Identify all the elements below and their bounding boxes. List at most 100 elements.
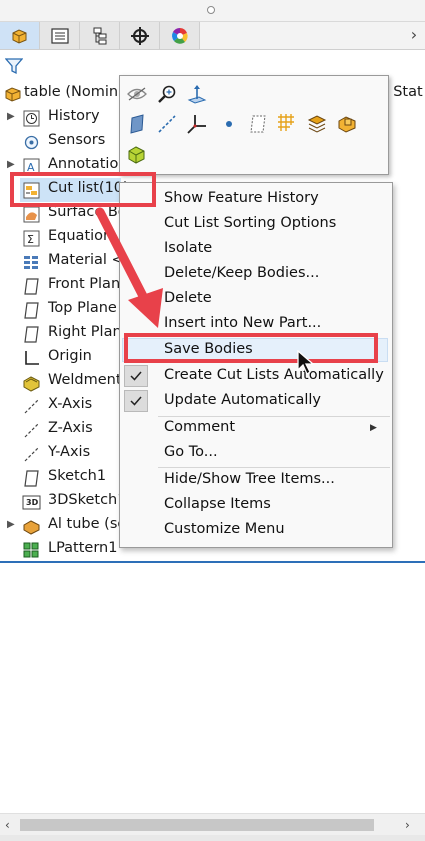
sketch-icon (24, 470, 39, 487)
hide-button[interactable] (125, 82, 149, 106)
menu-item-delete-keep-bodies[interactable]: Delete/Keep Bodies... (164, 265, 319, 281)
normal-to-button[interactable] (185, 82, 209, 106)
history-icon (23, 110, 40, 127)
checkbox-create-cut-lists[interactable] (124, 365, 148, 387)
plane-icon (24, 278, 39, 295)
coordinate-system-button[interactable] (185, 112, 209, 136)
mouse-cursor-icon (297, 350, 315, 375)
axis-icon (24, 399, 39, 414)
menu-item-update-automatically[interactable]: Update Automatically (164, 392, 321, 408)
tree-item-label: Origin (48, 348, 92, 364)
menu-separator (158, 416, 390, 417)
menu-item-isolate[interactable]: Isolate (164, 240, 212, 256)
checkmark-icon (130, 396, 142, 406)
tree-item-label: Al tube (sq (48, 516, 127, 532)
zoom-to-selection-button[interactable] (155, 82, 179, 106)
menu-item-insert-into-new-part[interactable]: Insert into New Part... (164, 315, 321, 331)
tab-configuration-manager[interactable] (80, 22, 120, 49)
menu-item-comment[interactable]: Comment (164, 419, 235, 435)
structural-member-icon (23, 520, 40, 535)
axis-button[interactable] (155, 112, 179, 136)
axis-icon (24, 423, 39, 438)
solid-body-button[interactable] (335, 112, 359, 136)
scrollbar-thumb[interactable] (20, 819, 374, 831)
component-button[interactable] (125, 142, 149, 166)
scroll-left-icon[interactable]: ‹ (5, 818, 10, 832)
tab-feature-manager[interactable] (0, 22, 40, 49)
component-icon (128, 146, 145, 164)
svg-text:Σ: Σ (27, 233, 34, 246)
filter-icon[interactable] (5, 57, 23, 75)
tree-item-label: History (48, 108, 100, 124)
property-manager-icon (50, 27, 69, 44)
tree-item-label: Y-Axis (48, 444, 91, 460)
collapse-handle-icon[interactable] (207, 6, 215, 14)
solid-body-icon (338, 116, 356, 133)
origin-icon (25, 351, 39, 365)
tabs-scroll-right-icon[interactable]: › (407, 26, 421, 44)
tree-item-label: Equation (48, 228, 113, 244)
menu-item-go-to[interactable]: Go To... (164, 444, 218, 460)
3d-sketch-badge: 3D (26, 498, 39, 507)
menu-item-show-feature-history[interactable]: Show Feature History (164, 190, 319, 206)
tree-item-label: 3DSketch1 (48, 492, 127, 508)
checkmark-icon (130, 371, 142, 381)
expand-arrow-icon[interactable]: ▶ (7, 519, 15, 530)
tab-display-manager[interactable] (160, 22, 200, 49)
tree-item-label: Top Plane (48, 300, 117, 316)
panel-top-strip (0, 0, 425, 22)
bottom-strip (0, 835, 425, 841)
tree-item-label: Sketch1 (48, 468, 107, 484)
expand-arrow-icon[interactable]: ▶ (7, 111, 15, 122)
point-icon (226, 121, 232, 127)
checkbox-update-automatically[interactable] (124, 390, 148, 412)
3d-sketch-button[interactable] (275, 112, 299, 136)
tree-item-label: Weldment (48, 372, 122, 388)
scroll-right-icon[interactable]: › (405, 818, 410, 832)
tree-item-label: Front Plane (48, 276, 130, 292)
sketch-button[interactable] (246, 112, 270, 136)
menu-item-collapse-items[interactable]: Collapse Items (164, 496, 271, 512)
menu-item-hide-show-tree[interactable]: Hide/Show Tree Items... (164, 471, 335, 487)
point-button[interactable] (217, 112, 241, 136)
weldment-icon (23, 376, 40, 392)
tree-bottom-border (0, 561, 425, 563)
3d-sketch-tool-icon (278, 114, 294, 131)
tab-dimxpert-manager[interactable] (120, 22, 160, 49)
magnifier-icon (158, 85, 176, 103)
context-toolbar (119, 75, 389, 175)
surface-body-icon (23, 206, 40, 223)
axis-tool-icon (158, 115, 176, 133)
color-wheel-icon (171, 27, 188, 44)
sensor-icon (24, 135, 39, 150)
normal-to-icon (187, 85, 207, 104)
axis-icon (24, 447, 39, 462)
material-icon (24, 256, 38, 269)
eye-hidden-icon (127, 87, 147, 101)
plane-button[interactable] (125, 112, 149, 136)
tab-property-manager[interactable] (40, 22, 80, 49)
tree-item-label: X-Axis (48, 396, 93, 412)
tree-item-label: Material < (48, 252, 124, 268)
equation-icon: Σ (23, 230, 40, 247)
menu-item-delete[interactable]: Delete (164, 290, 212, 306)
surface-button[interactable] (305, 112, 329, 136)
submenu-arrow-icon: ▶ (370, 423, 377, 433)
plane-icon (24, 302, 39, 319)
tree-item-label: Annotation (48, 156, 128, 172)
plane-tool-icon (130, 114, 144, 134)
menu-item-customize-menu[interactable]: Customize Menu (164, 521, 285, 537)
surface-tool-icon (307, 115, 327, 133)
tree-item-label: Sensors (48, 132, 106, 148)
menu-item-cut-list-sorting[interactable]: Cut List Sorting Options (164, 215, 336, 231)
menu-separator (158, 467, 390, 468)
configuration-manager-icon (93, 27, 106, 44)
part-name-label: table (Nomin (24, 84, 119, 100)
expand-arrow-icon[interactable]: ▶ (7, 159, 15, 170)
horizontal-scrollbar[interactable]: ‹ › (0, 813, 425, 835)
highlight-box-save-bodies (124, 333, 378, 363)
menu-item-create-cut-lists[interactable]: Create Cut Lists Automatically (164, 367, 384, 383)
tree-item-label: Z-Axis (48, 420, 93, 436)
feature-manager-icon (12, 28, 26, 44)
highlight-box-cut-list (10, 172, 156, 207)
